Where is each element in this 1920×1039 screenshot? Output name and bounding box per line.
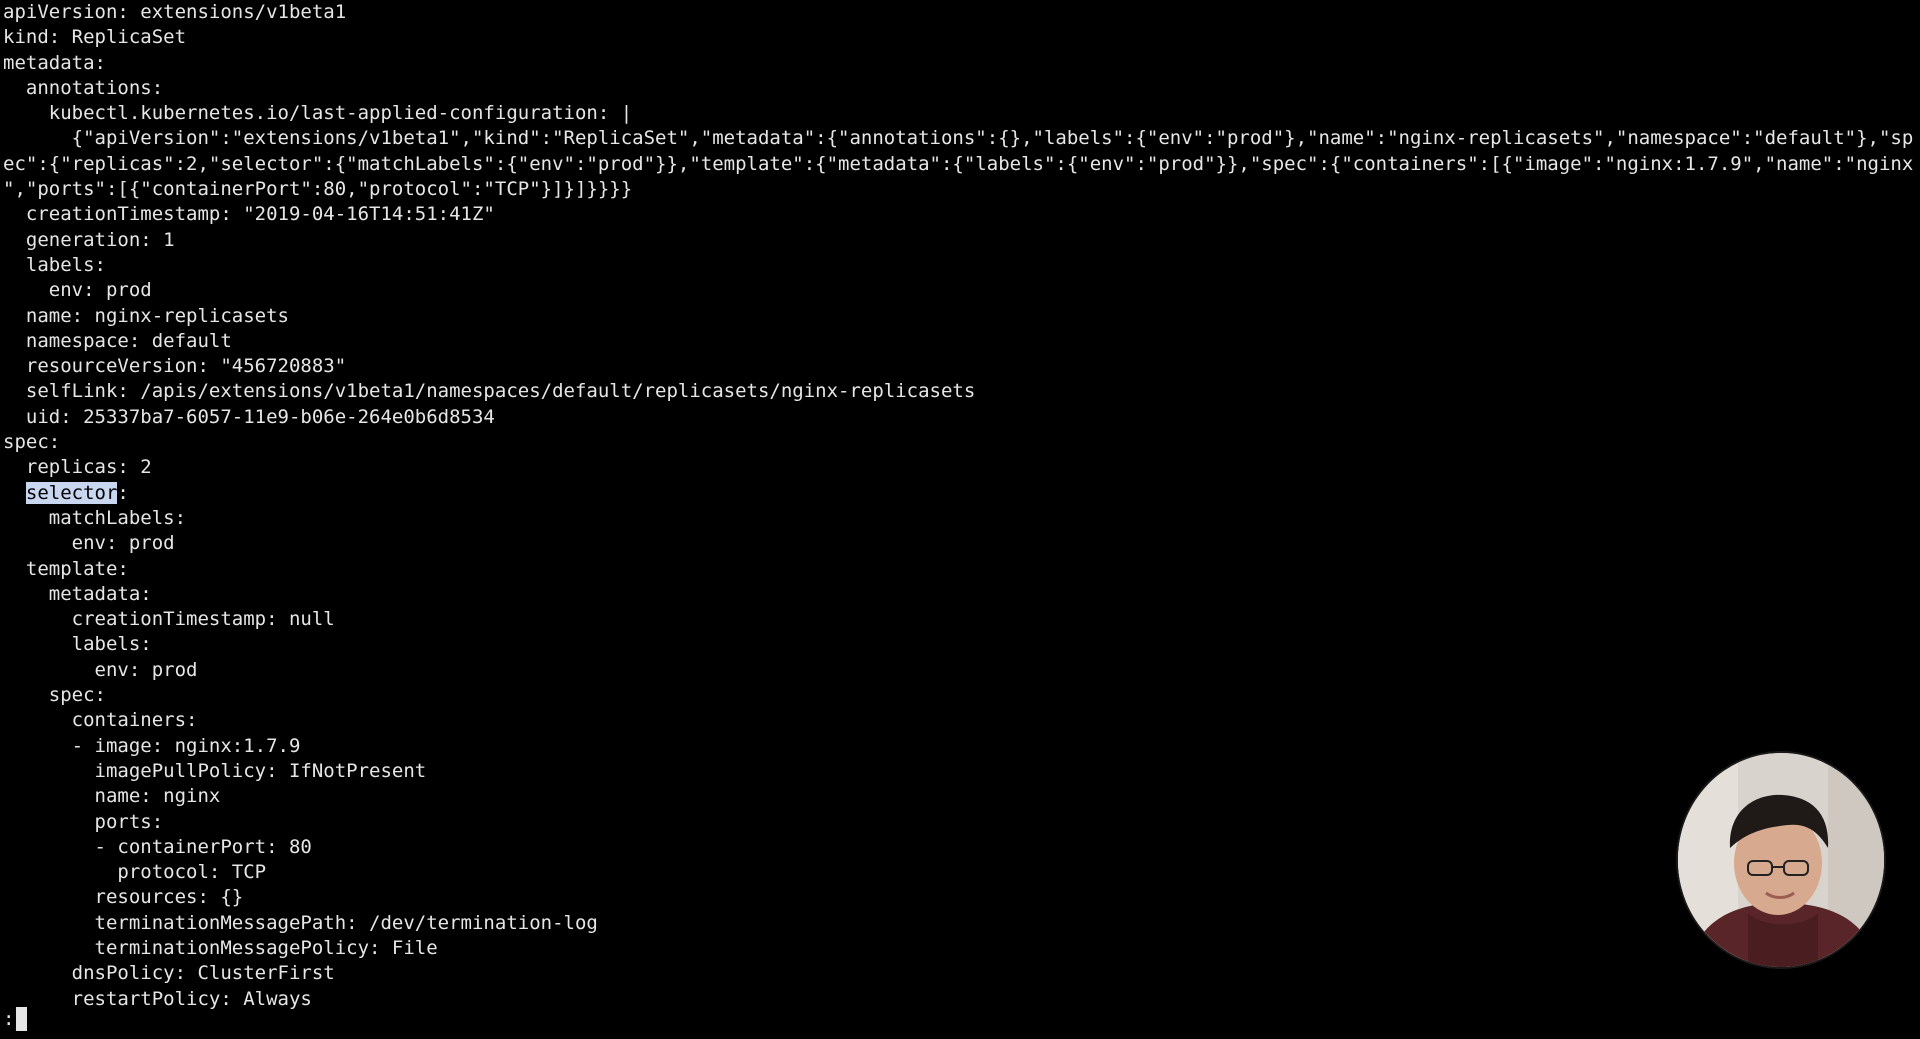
terminal-line: metadata: (3, 51, 106, 74)
terminal-line: labels: (3, 633, 152, 656)
terminal-line: matchLabels: (3, 506, 187, 529)
terminal-line: kubectl.kubernetes.io/last-applied-confi… (3, 102, 633, 125)
terminal-line: spec: (3, 431, 61, 454)
terminal-line: resources: {} (3, 886, 244, 909)
terminal-line: containers: (3, 709, 198, 732)
terminal-line: dnsPolicy: ClusterFirst (3, 962, 335, 985)
terminal-line: creationTimestamp: null (3, 608, 335, 631)
terminal-line: template: (3, 557, 129, 580)
text-cursor (16, 1006, 28, 1031)
terminal-line: kind: ReplicaSet (3, 26, 187, 49)
pager-prompt-text: : (3, 1007, 15, 1030)
terminal-line: {"apiVersion":"extensions/v1beta1","kind… (3, 127, 1914, 150)
terminal-line: protocol: TCP (3, 861, 267, 884)
terminal-line: metadata: (3, 582, 152, 605)
terminal-line: spec: (3, 684, 106, 707)
search-highlight: selector (25, 481, 118, 504)
terminal-line: ec":{"replicas":2,"selector":{"matchLabe… (3, 152, 1914, 175)
terminal-line: name: nginx (3, 785, 221, 808)
terminal-line: env: prod (3, 279, 152, 302)
terminal-line: apiVersion: extensions/v1beta1 (3, 1, 347, 23)
terminal-line: - containerPort: 80 (3, 835, 312, 858)
terminal-line: generation: 1 (3, 228, 175, 251)
terminal-line: labels: (3, 253, 106, 276)
terminal-line: restartPolicy: Always (3, 987, 312, 1010)
terminal-line: namespace: default (3, 329, 232, 352)
terminal-line: selector: (3, 481, 1920, 506)
terminal-line: resourceVersion: "456720883" (3, 355, 347, 378)
terminal-line: ports: (3, 810, 164, 833)
terminal-line: terminationMessagePath: /dev/termination… (3, 911, 598, 934)
terminal-line: env: prod (3, 658, 198, 681)
terminal-line: imagePullPolicy: IfNotPresent (3, 759, 427, 782)
terminal-line: ","ports":[{"containerPort":80,"protocol… (3, 178, 633, 201)
terminal-output: apiVersion: extensions/v1beta1 kind: Repl… (3, 0, 1920, 1039)
terminal-line: uid: 25337ba7-6057-11e9-b06e-264e0b6d853… (3, 405, 495, 428)
person-webcam-icon (1678, 753, 1884, 967)
webcam-overlay (1678, 753, 1884, 967)
terminal-line: replicas: 2 (3, 456, 152, 479)
terminal-line: selfLink: /apis/extensions/v1beta1/names… (3, 380, 976, 403)
line-rest: : (117, 481, 129, 504)
terminal-line: terminationMessagePolicy: File (3, 936, 438, 959)
terminal-line: creationTimestamp: "2019-04-16T14:51:41Z… (3, 203, 495, 226)
terminal-line: annotations: (3, 76, 164, 99)
pager-prompt[interactable]: : (3, 1005, 28, 1032)
terminal-line: - image: nginx:1.7.9 (3, 734, 301, 757)
terminal-line: env: prod (3, 532, 175, 555)
terminal-line: name: nginx-replicasets (3, 304, 289, 327)
